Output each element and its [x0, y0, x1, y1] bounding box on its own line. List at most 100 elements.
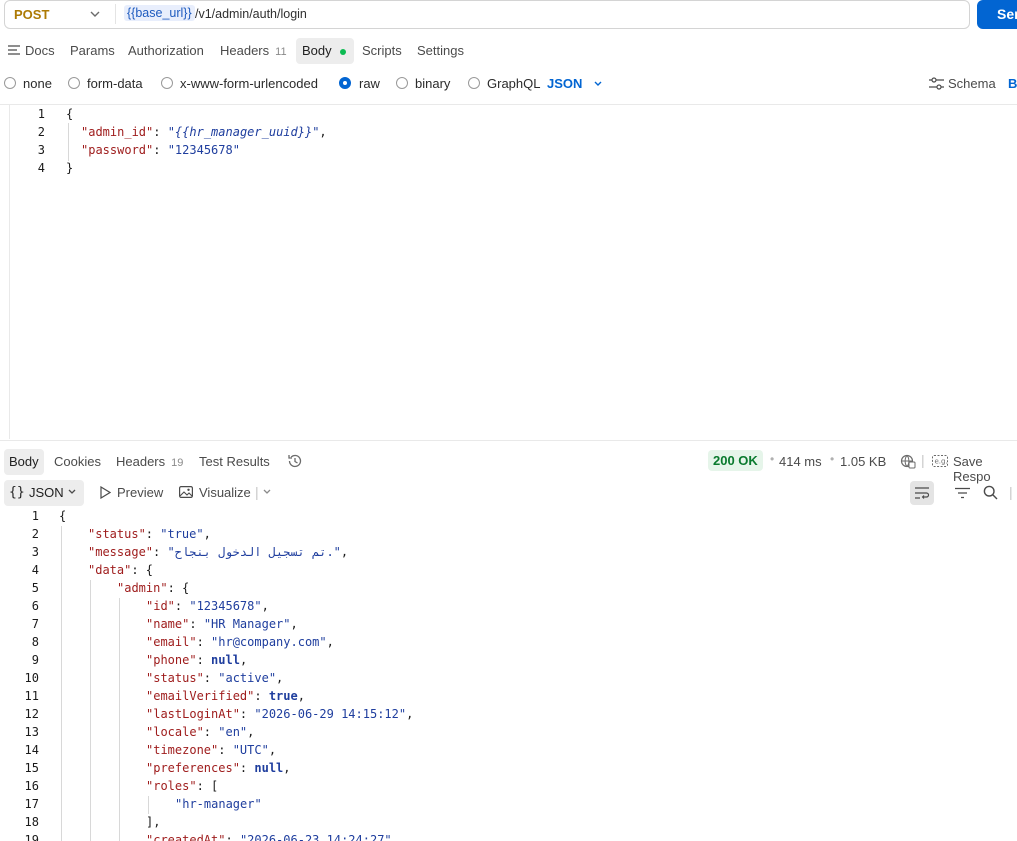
- status-badge[interactable]: 200 OK: [708, 450, 763, 471]
- play-icon: [99, 486, 111, 499]
- editor-gutter-border: [9, 104, 10, 439]
- json-value: true: [268, 689, 298, 703]
- method-select[interactable]: POST: [14, 7, 49, 22]
- save-response-button[interactable]: Save Respo: [953, 454, 1017, 484]
- image-icon: [179, 486, 193, 498]
- chevron-down-icon[interactable]: [261, 485, 273, 499]
- json-key: "lastLoginAt": [146, 707, 240, 721]
- url-variable[interactable]: {{base_url}}: [124, 5, 195, 21]
- line-number: 13: [24, 725, 39, 739]
- search-icon[interactable]: [983, 485, 998, 500]
- radio-none[interactable]: [4, 77, 16, 89]
- resp-headers-count: 19: [171, 457, 184, 469]
- json-key: "name": [146, 617, 190, 631]
- line-number: 15: [24, 761, 39, 775]
- tab-docs[interactable]: Docs: [25, 43, 55, 58]
- response-time[interactable]: 414 ms: [779, 454, 822, 469]
- line-number: 12: [24, 707, 39, 721]
- line-number: 4: [31, 563, 39, 577]
- filter-icon[interactable]: [955, 487, 970, 499]
- schema-icon: [929, 77, 944, 90]
- json-key: "message": [88, 545, 154, 559]
- label-binary: binary: [415, 76, 451, 91]
- response-format-select[interactable]: JSON: [29, 485, 64, 500]
- schema-button[interactable]: Schema: [948, 76, 996, 91]
- wrap-lines-icon[interactable]: [914, 486, 930, 500]
- json-value: "UTC": [232, 743, 269, 757]
- code-line: "email": "hr@company.com",: [146, 635, 334, 649]
- radio-urlencoded[interactable]: [161, 77, 173, 89]
- json-key: "email": [146, 635, 197, 649]
- radio-raw[interactable]: [339, 77, 351, 89]
- json-key: "emailVerified": [146, 689, 255, 703]
- tab-body[interactable]: Body: [302, 43, 346, 58]
- line-number: 10: [24, 671, 39, 685]
- json-value: "12345678": [189, 599, 262, 613]
- line-number: 2: [31, 527, 39, 541]
- code-line: ],: [146, 815, 161, 829]
- json-value: "true": [160, 527, 204, 541]
- pane-divider[interactable]: [0, 440, 1017, 441]
- json-key: "roles": [146, 779, 197, 793]
- resp-headers-label: Headers: [116, 454, 166, 469]
- line-number: 9: [31, 653, 39, 667]
- code-line: "admin": {: [117, 581, 190, 595]
- tab-headers[interactable]: Headers 11: [220, 43, 287, 58]
- chevron-down-icon[interactable]: [592, 74, 604, 92]
- code-line: "admin_id": "{{hr_manager_uuid}}",: [81, 125, 327, 139]
- send-button[interactable]: Sen: [977, 0, 1017, 29]
- indent-guide: [68, 123, 69, 161]
- body-format-select[interactable]: JSON: [547, 76, 582, 91]
- code-line: "name": "HR Manager",: [146, 617, 298, 631]
- line-number: 19: [24, 833, 39, 841]
- response-code-viewer[interactable]: 1 2 3 4 5 6 7 8 9 10 11 12 13 14 15 16 1…: [0, 509, 1017, 841]
- code-line: "preferences": null,: [146, 761, 291, 775]
- body-indicator-dot: [339, 48, 346, 55]
- tab-scripts[interactable]: Scripts: [362, 43, 402, 58]
- separator-dot: •: [770, 452, 775, 466]
- radio-graphql[interactable]: [468, 77, 480, 89]
- response-size[interactable]: 1.05 KB: [840, 454, 886, 469]
- resp-tab-headers[interactable]: Headers 19: [116, 454, 183, 469]
- code-brace: {: [59, 509, 67, 523]
- json-key: "password": [81, 143, 154, 157]
- json-value: "2026-06-23 14:24:27": [239, 833, 392, 841]
- line-number: 18: [24, 815, 39, 829]
- indent-guide: [90, 580, 91, 841]
- url-input[interactable]: /v1/admin/auth/login: [195, 7, 307, 21]
- json-key: "id": [146, 599, 175, 613]
- resp-tab-cookies[interactable]: Cookies: [54, 454, 101, 469]
- network-globe-icon[interactable]: [900, 453, 916, 469]
- json-key: "status": [146, 671, 204, 685]
- code-line: "password": "12345678": [81, 143, 240, 157]
- line-number: 6: [31, 599, 39, 613]
- json-key: "timezone": [146, 743, 219, 757]
- json-value: "تم تسجيل الدخول بنجاح.": [167, 545, 341, 559]
- preview-button[interactable]: Preview: [117, 485, 163, 500]
- indent-guide: [119, 598, 120, 841]
- json-key: "createdAt": [146, 833, 226, 841]
- label-form-data: form-data: [87, 76, 143, 91]
- json-key: "locale": [146, 725, 204, 739]
- line-number: 3: [37, 143, 45, 157]
- beautify-button[interactable]: B: [1008, 76, 1017, 91]
- json-key: "admin": [117, 581, 168, 595]
- resp-tab-body[interactable]: Body: [9, 454, 39, 469]
- chevron-down-icon[interactable]: [88, 4, 102, 24]
- line-number: 8: [31, 635, 39, 649]
- radio-binary[interactable]: [396, 77, 408, 89]
- resp-tab-test-results[interactable]: Test Results: [199, 454, 270, 469]
- history-icon[interactable]: [287, 453, 303, 469]
- toolbar-divider: |: [1009, 484, 1013, 500]
- tab-authorization[interactable]: Authorization: [128, 43, 204, 58]
- line-number: 11: [24, 689, 39, 703]
- json-value: "12345678": [167, 143, 240, 157]
- tab-params[interactable]: Params: [70, 43, 115, 58]
- chevron-down-icon[interactable]: [66, 485, 78, 499]
- line-number: 3: [31, 545, 39, 559]
- radio-form-data[interactable]: [68, 77, 80, 89]
- visualize-button[interactable]: Visualize: [199, 485, 251, 500]
- json-key: "preferences": [146, 761, 240, 775]
- tab-settings[interactable]: Settings: [417, 43, 464, 58]
- json-value: "hr@company.com": [211, 635, 327, 649]
